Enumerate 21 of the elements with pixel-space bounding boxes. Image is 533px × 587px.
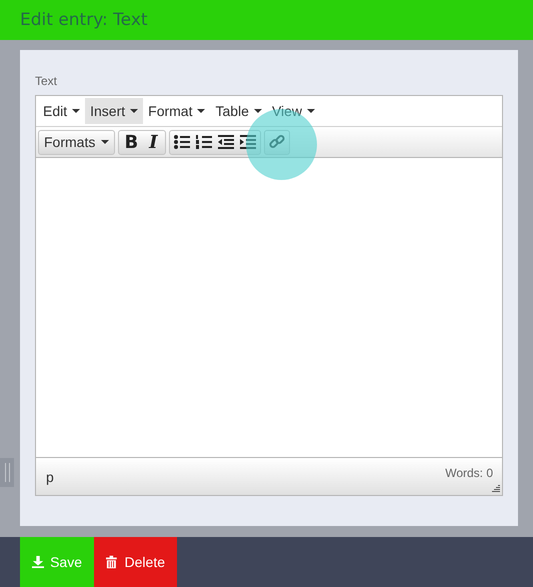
menu-item[interactable]: Format xyxy=(143,98,210,124)
bold-button[interactable]: B xyxy=(120,131,142,153)
word-count: Words: 0 xyxy=(445,466,493,480)
download-icon xyxy=(32,555,44,569)
italic-button[interactable]: I xyxy=(142,131,164,153)
menu-item[interactable]: Table xyxy=(210,98,267,124)
numbered-list-icon xyxy=(195,133,214,151)
element-path[interactable]: p xyxy=(46,468,54,484)
formats-dropdown[interactable]: Formats xyxy=(38,130,116,154)
field-label: Text xyxy=(35,74,58,88)
resize-handle[interactable] xyxy=(0,458,14,487)
bullet-list-icon xyxy=(173,133,192,151)
indent-icon xyxy=(239,133,258,151)
delete-button[interactable]: Delete xyxy=(94,537,177,587)
menu-item[interactable]: Edit xyxy=(38,98,86,124)
resize-grip-icon[interactable] xyxy=(492,485,500,493)
menu-item[interactable]: Insert xyxy=(85,98,144,124)
page-title: Edit entry: Text xyxy=(20,10,148,30)
trash-icon xyxy=(106,555,119,569)
outdent-icon xyxy=(217,133,236,151)
link-icon xyxy=(268,133,286,151)
